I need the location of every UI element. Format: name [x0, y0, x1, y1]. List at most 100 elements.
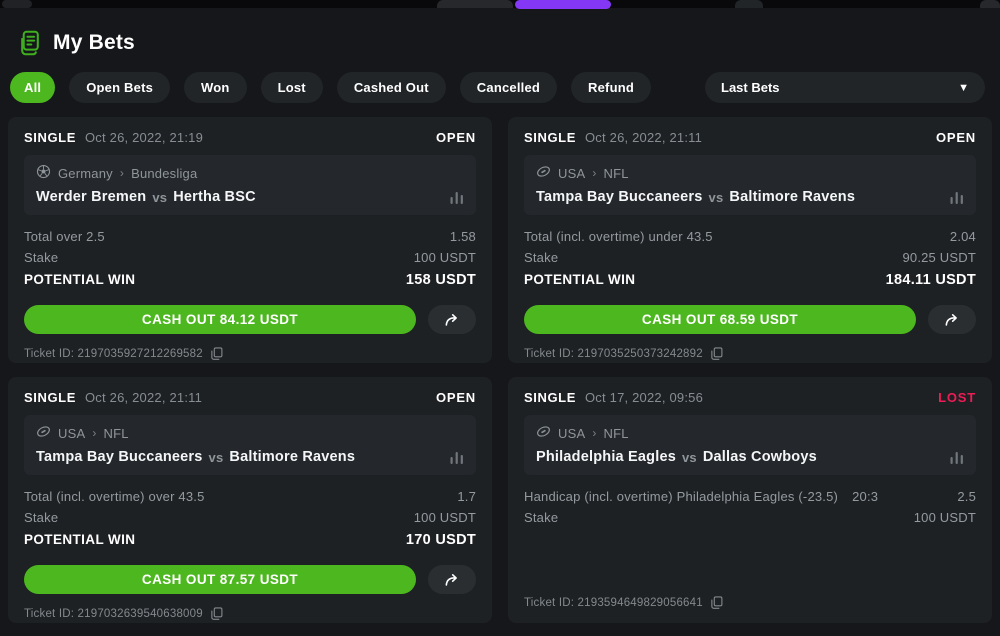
cash-out-button[interactable]: CASH OUT 68.59 USDT [524, 305, 916, 334]
copy-icon[interactable] [710, 347, 723, 360]
bet-details: Total (incl. overtime) over 43.5 1.7 Sta… [24, 486, 476, 552]
event-league-name: NFL [604, 426, 629, 441]
market-row: Total over 2.5 1.58 [24, 226, 476, 247]
event-region: USA [558, 166, 585, 181]
card-header: SINGLE Oct 26, 2022, 21:19 OPEN [24, 130, 476, 145]
share-arrow-icon [444, 573, 461, 587]
odds-value: 2.5 [957, 486, 976, 507]
filter-cancelled[interactable]: Cancelled [460, 72, 557, 103]
breadcrumb-separator: › [92, 426, 96, 440]
stats-icon[interactable] [950, 191, 964, 204]
ticket-row: Ticket ID: 2193594649829056641 [524, 596, 976, 609]
away-team: Hertha BSC [173, 189, 256, 205]
stats-icon[interactable] [450, 191, 464, 204]
share-button[interactable] [928, 305, 976, 334]
ticket-id: Ticket ID: 2197035927212269582 [24, 348, 203, 360]
away-team: Baltimore Ravens [229, 449, 355, 465]
filter-row: All Open Bets Won Lost Cashed Out Cancel… [0, 72, 1000, 103]
event-info[interactable]: USA › NFL Tampa Bay Buccaneers vs Baltim… [24, 415, 476, 475]
breadcrumb-separator: › [592, 166, 596, 180]
event-region: USA [558, 426, 585, 441]
top-nav-item [2, 0, 32, 8]
share-button[interactable] [428, 565, 476, 594]
event-league-row: USA › NFL [536, 424, 964, 442]
stats-icon[interactable] [450, 451, 464, 464]
copy-icon[interactable] [210, 347, 223, 360]
filter-all[interactable]: All [10, 72, 55, 103]
vs-label: vs [152, 190, 167, 205]
home-team: Tampa Bay Buccaneers [536, 189, 703, 205]
home-team: Tampa Bay Buccaneers [36, 449, 203, 465]
market-label: Total over 2.5 [24, 226, 105, 247]
stake-label: Stake [24, 507, 58, 528]
card-actions: CASH OUT 84.12 USDT [24, 305, 476, 334]
vs-label: vs [682, 450, 697, 465]
bet-card: SINGLE Oct 26, 2022, 21:11 OPEN USA › NF… [508, 117, 992, 363]
cash-out-button[interactable]: CASH OUT 87.57 USDT [24, 565, 416, 594]
event-info[interactable]: USA › NFL Tampa Bay Buccaneers vs Baltim… [524, 155, 976, 215]
market-label: Handicap (incl. overtime) Philadelphia E… [524, 486, 838, 507]
cash-out-button[interactable]: CASH OUT 84.12 USDT [24, 305, 416, 334]
event-match-row: Tampa Bay Buccaneers vs Baltimore Ravens [536, 189, 964, 205]
event-info[interactable]: USA › NFL Philadelphia Eagles vs Dallas … [524, 415, 976, 475]
event-league-name: Bundesliga [131, 166, 197, 181]
stake-value: 100 USDT [914, 507, 976, 528]
breadcrumb-separator: › [592, 426, 596, 440]
american-football-icon [536, 424, 551, 442]
ticket-id: Ticket ID: 2197035250373242892 [524, 348, 703, 360]
page-header: My Bets [0, 8, 1000, 60]
copy-icon[interactable] [210, 607, 223, 620]
share-arrow-icon [944, 313, 961, 327]
filter-cashed-out[interactable]: Cashed Out [337, 72, 446, 103]
status-badge: LOST [938, 390, 976, 405]
match-score: 20:3 [852, 486, 878, 507]
potential-win-row: POTENTIAL WIN 158 USDT [24, 268, 476, 292]
potential-win-value: 184.11 USDT [886, 268, 976, 292]
away-team: Baltimore Ravens [729, 189, 855, 205]
ticket-id: Ticket ID: 2193594649829056641 [524, 597, 703, 609]
stake-label: Stake [524, 247, 558, 268]
top-nav-item [980, 0, 1000, 8]
top-nav-active-indicator [515, 0, 611, 9]
market-label: Total (incl. overtime) over 43.5 [24, 486, 205, 507]
filter-lost[interactable]: Lost [261, 72, 323, 103]
bet-details: Total (incl. overtime) under 43.5 2.04 S… [524, 226, 976, 292]
event-region: USA [58, 426, 85, 441]
breadcrumb-separator: › [120, 166, 124, 180]
bet-details: Total over 2.5 1.58 Stake 100 USDT POTEN… [24, 226, 476, 292]
share-button[interactable] [428, 305, 476, 334]
potential-win-label: POTENTIAL WIN [524, 268, 635, 292]
filter-open-bets[interactable]: Open Bets [69, 72, 170, 103]
filter-refund[interactable]: Refund [571, 72, 651, 103]
copy-icon[interactable] [710, 596, 723, 609]
top-nav-strip [0, 0, 1000, 8]
away-team: Dallas Cowboys [703, 449, 817, 465]
bet-type: SINGLE [24, 390, 76, 405]
card-actions: CASH OUT 68.59 USDT [524, 305, 976, 334]
bet-card: SINGLE Oct 26, 2022, 21:11 OPEN USA › NF… [8, 377, 492, 623]
event-league-row: Germany › Bundesliga [36, 164, 464, 182]
american-football-icon [36, 424, 51, 442]
card-header: SINGLE Oct 17, 2022, 09:56 LOST [524, 390, 976, 405]
top-nav-item [437, 0, 513, 8]
ticket-id: Ticket ID: 2197032639540638009 [24, 608, 203, 620]
filter-won[interactable]: Won [184, 72, 247, 103]
bet-date: Oct 26, 2022, 21:19 [85, 130, 203, 145]
event-league-row: USA › NFL [36, 424, 464, 442]
stake-row: Stake 100 USDT [24, 247, 476, 268]
potential-win-row: POTENTIAL WIN 184.11 USDT [524, 268, 976, 292]
bet-card: SINGLE Oct 17, 2022, 09:56 LOST USA › NF… [508, 377, 992, 623]
page-title: My Bets [53, 31, 135, 55]
stake-label: Stake [24, 247, 58, 268]
market-label: Total (incl. overtime) under 43.5 [524, 226, 713, 247]
ticket-row: Ticket ID: 2197035250373242892 [524, 347, 976, 360]
odds-value: 2.04 [950, 226, 976, 247]
event-league-name: NFL [104, 426, 129, 441]
sort-dropdown[interactable]: Last Bets ▼ [705, 72, 985, 103]
american-football-icon [536, 164, 551, 182]
event-league-row: USA › NFL [536, 164, 964, 182]
event-info[interactable]: Germany › Bundesliga Werder Bremen vs He… [24, 155, 476, 215]
stake-value: 100 USDT [414, 507, 476, 528]
potential-win-value: 170 USDT [406, 528, 476, 552]
stats-icon[interactable] [950, 451, 964, 464]
